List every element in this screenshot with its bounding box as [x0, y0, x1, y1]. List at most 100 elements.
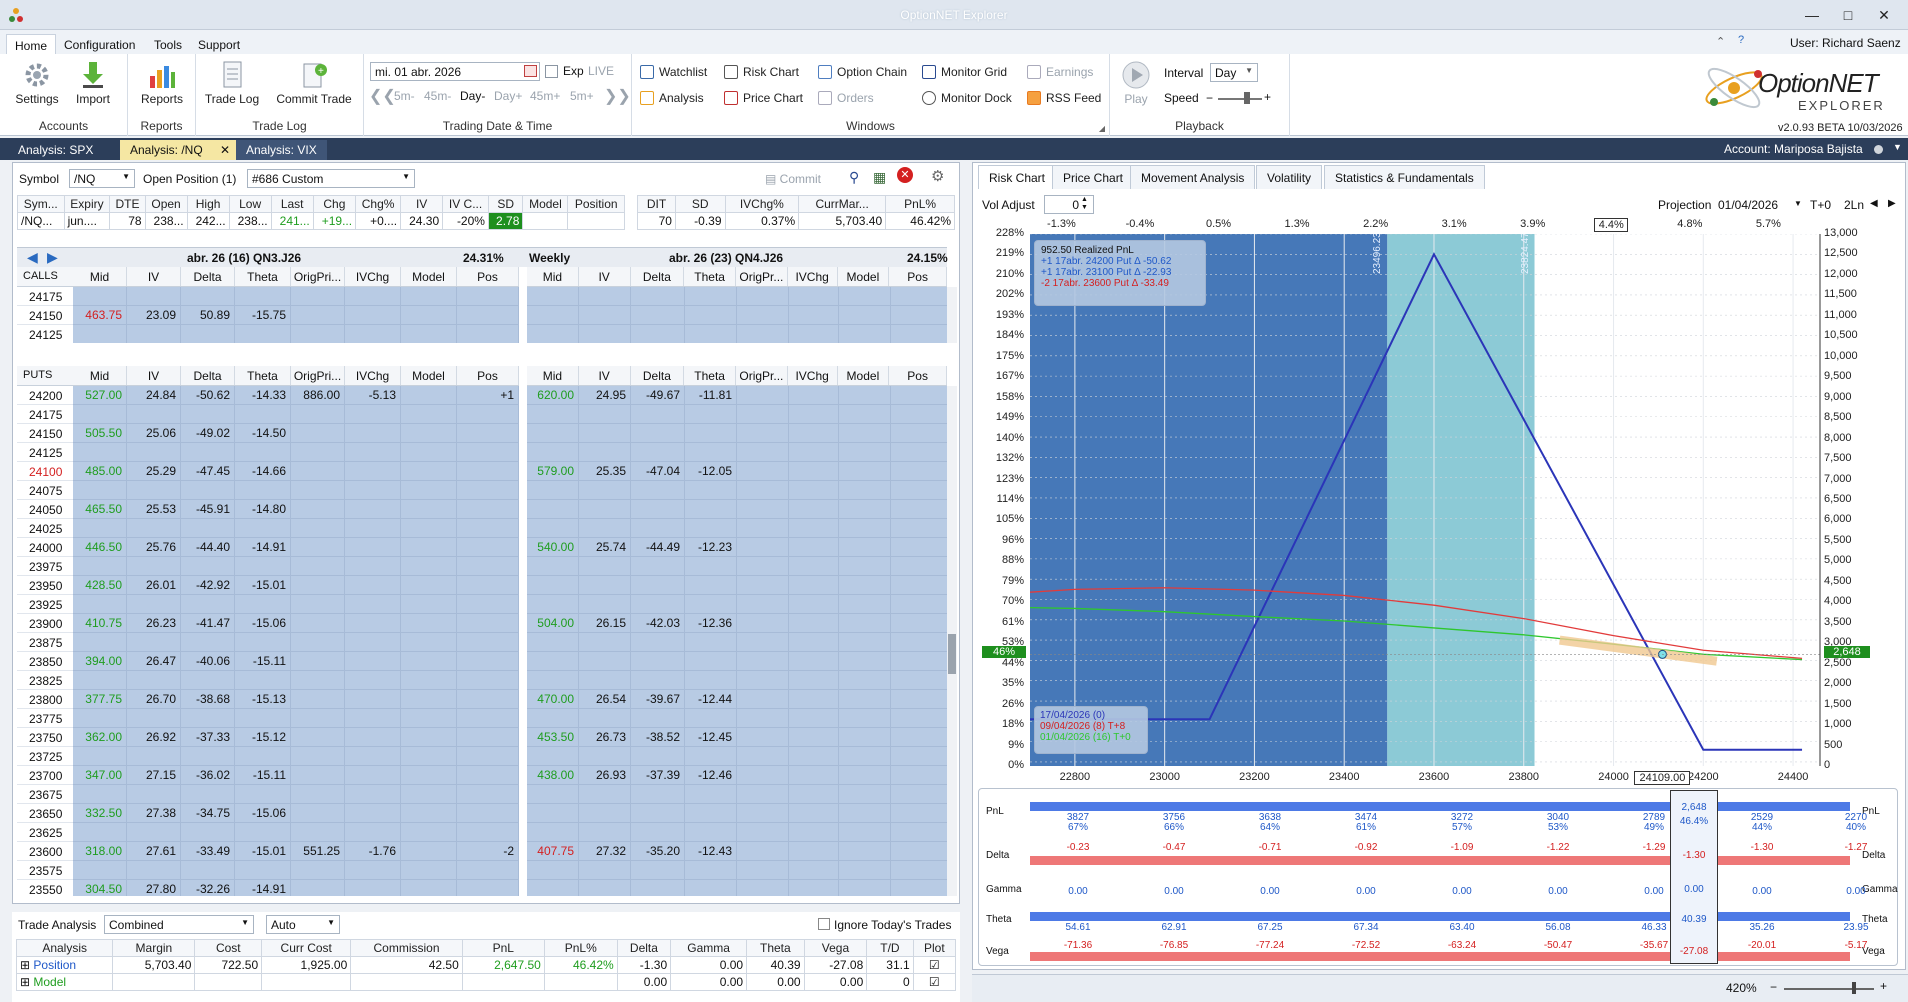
chain-cell[interactable]	[235, 519, 291, 537]
chain-cell[interactable]	[73, 325, 127, 343]
plot-checkbox[interactable]: ☑	[929, 975, 940, 989]
chain-cell[interactable]	[401, 557, 457, 575]
chain-cell[interactable]	[127, 861, 181, 879]
chain-cell[interactable]	[527, 804, 579, 822]
trade-log-button[interactable]: Trade Log	[202, 60, 262, 106]
chain-row[interactable]: 446.50 25.76 -44.40 -14.91	[73, 538, 519, 557]
delete-icon[interactable]: ✕	[897, 167, 913, 183]
exp-label[interactable]: Exp	[563, 64, 584, 78]
chain-cell[interactable]	[291, 747, 345, 765]
chain-cell[interactable]	[401, 880, 457, 896]
chain-cell[interactable]	[891, 519, 947, 537]
chain-cell[interactable]	[457, 306, 519, 324]
chain-cell[interactable]	[401, 861, 457, 879]
chain-cell[interactable]: 26.93	[579, 766, 631, 784]
chain-column-header[interactable]: IV	[127, 366, 181, 385]
chain-column-header[interactable]: Mid	[527, 267, 579, 286]
chain-cell[interactable]	[579, 405, 631, 423]
chain-row[interactable]	[73, 557, 519, 576]
chain-cell[interactable]	[891, 804, 947, 822]
chain-cell[interactable]	[737, 287, 789, 305]
chain-cell[interactable]	[401, 595, 457, 613]
chain-cell[interactable]: -15.01	[235, 576, 291, 594]
chain-cell[interactable]	[891, 386, 947, 404]
chain-cell[interactable]: -40.06	[181, 652, 235, 670]
chain-cell[interactable]	[457, 538, 519, 556]
chain-cell[interactable]: 26.23	[127, 614, 181, 632]
chain-cell[interactable]	[345, 690, 401, 708]
chain-cell[interactable]	[685, 861, 737, 879]
chain-cell[interactable]	[181, 557, 235, 575]
chain-cell[interactable]	[839, 287, 891, 305]
chain-cell[interactable]	[291, 785, 345, 803]
chain-cell[interactable]	[891, 728, 947, 746]
chain-cell[interactable]	[579, 443, 631, 461]
chain-cell[interactable]	[127, 481, 181, 499]
chain-row[interactable]	[73, 633, 519, 652]
chain-column-header[interactable]: IVChg	[788, 366, 838, 385]
spinner-icon[interactable]: ▲ ▼	[1081, 196, 1088, 212]
chain-cell[interactable]	[345, 614, 401, 632]
chain-row[interactable]: 579.00 25.35 -47.04 -12.05	[527, 462, 947, 481]
chain-cell[interactable]	[737, 405, 789, 423]
chain-cell[interactable]	[737, 823, 789, 841]
chain-cell[interactable]	[127, 823, 181, 841]
chain-row[interactable]	[527, 671, 947, 690]
chain-cell[interactable]	[291, 671, 345, 689]
chain-cell[interactable]: 24.84	[127, 386, 181, 404]
speed-plus-icon[interactable]: +	[1264, 90, 1271, 104]
chain-cell[interactable]: -42.92	[181, 576, 235, 594]
chain-cell[interactable]: 26.70	[127, 690, 181, 708]
chain-cell[interactable]	[789, 481, 839, 499]
chain-row[interactable]	[73, 595, 519, 614]
chain-cell[interactable]	[891, 880, 947, 896]
chain-cell[interactable]: -37.33	[181, 728, 235, 746]
chain-cell[interactable]	[737, 306, 789, 324]
chain-cell[interactable]	[579, 671, 631, 689]
chain-cell[interactable]	[401, 690, 457, 708]
chain-cell[interactable]	[457, 823, 519, 841]
chain-cell[interactable]	[685, 804, 737, 822]
chain-cell[interactable]	[457, 519, 519, 537]
chain-cell[interactable]: -15.11	[235, 652, 291, 670]
chain-row[interactable]: 465.50 25.53 -45.91 -14.80	[73, 500, 519, 519]
chain-cell[interactable]	[291, 500, 345, 518]
chain-cell[interactable]	[737, 576, 789, 594]
chain-cell[interactable]	[579, 709, 631, 727]
chain-cell[interactable]: 25.35	[579, 462, 631, 480]
chain-cell[interactable]	[789, 325, 839, 343]
chain-cell[interactable]	[685, 671, 737, 689]
tab-analysis-vix[interactable]: Analysis: VIX	[236, 140, 327, 160]
tabs-menu-icon[interactable]: ▼	[1893, 142, 1902, 152]
ignore-today-checkbox[interactable]	[818, 918, 830, 930]
chain-cell[interactable]	[737, 595, 789, 613]
chain-cell[interactable]: -12.36	[685, 614, 737, 632]
chain-cell[interactable]	[685, 287, 737, 305]
tab-volatility[interactable]: Volatility	[1256, 165, 1323, 189]
chain-cell[interactable]: -15.13	[235, 690, 291, 708]
chain-cell[interactable]	[839, 443, 891, 461]
chain-cell[interactable]: -14.66	[235, 462, 291, 480]
chain-cell[interactable]	[345, 652, 401, 670]
trade-analysis-header-cell[interactable]: Curr Cost	[261, 939, 352, 957]
chain-cell[interactable]	[527, 519, 579, 537]
chain-cell[interactable]	[345, 306, 401, 324]
zoom-in-icon[interactable]: +	[1880, 979, 1887, 993]
chain-cell[interactable]	[181, 443, 235, 461]
model-label[interactable]: Model	[33, 975, 66, 989]
chain-row[interactable]: 394.00 26.47 -40.06 -15.11	[73, 652, 519, 671]
chain-cell[interactable]	[527, 785, 579, 803]
chain-cell[interactable]: 446.50	[73, 538, 127, 556]
exp-toggle-icon[interactable]	[545, 65, 558, 78]
chain-cell[interactable]	[345, 325, 401, 343]
chain-cell[interactable]: -32.26	[181, 880, 235, 896]
chain-cell[interactable]: -15.11	[235, 766, 291, 784]
chain-cell[interactable]	[527, 823, 579, 841]
chain-cell[interactable]	[345, 557, 401, 575]
chain-cell[interactable]	[891, 424, 947, 442]
chain-row[interactable]	[527, 709, 947, 728]
chain-cell[interactable]	[73, 747, 127, 765]
speed-minus-icon[interactable]: −	[1206, 91, 1213, 105]
chain-cell[interactable]	[291, 766, 345, 784]
chain-cell[interactable]	[457, 671, 519, 689]
